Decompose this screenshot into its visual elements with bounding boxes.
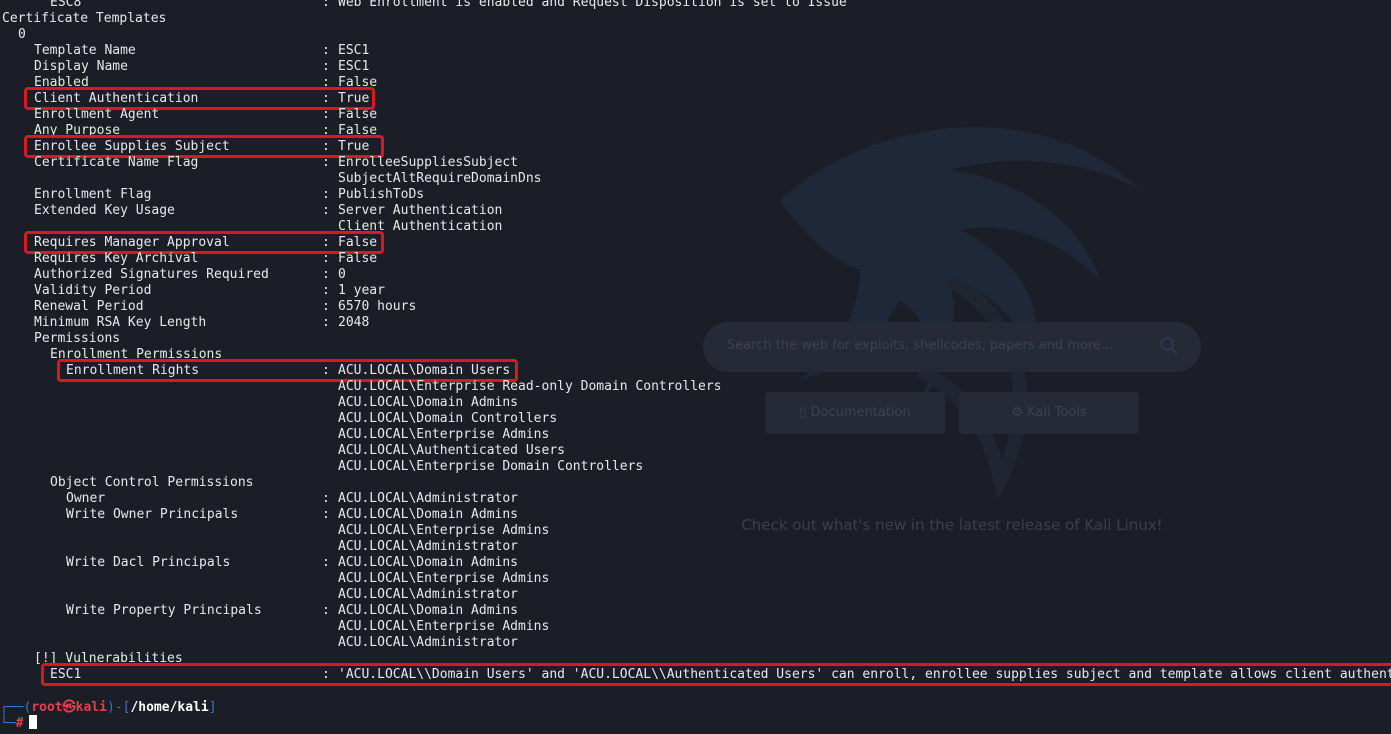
prompt-symbol: ㉿ xyxy=(62,700,76,715)
field-value: ACU.LOCAL\Administrator xyxy=(338,491,519,506)
field-value: False xyxy=(338,251,378,266)
text-cursor xyxy=(29,715,38,729)
field-key: Owner xyxy=(66,491,106,506)
field-key: Certificate Name Flag xyxy=(34,155,199,170)
field-key: Enrollment Flag xyxy=(34,187,152,202)
field-value: 6570 hours xyxy=(338,299,417,314)
separator: : xyxy=(322,491,330,506)
field-key: Permissions xyxy=(34,331,121,346)
separator: : xyxy=(322,187,330,202)
field-value: 2048 xyxy=(338,315,370,330)
field-value: ACU.LOCAL\Enterprise Read-only Domain Co… xyxy=(338,379,722,394)
prompt-path: /home/kali xyxy=(130,700,209,715)
field-value: ACU.LOCAL\Domain Admins xyxy=(338,395,519,410)
field-value: PublishToDs xyxy=(338,187,425,202)
separator: : xyxy=(322,283,330,298)
separator: : xyxy=(322,251,330,266)
field-value: SubjectAltRequireDomainDns xyxy=(338,171,542,186)
field-key: Minimum RSA Key Length xyxy=(34,315,207,330)
separator: : xyxy=(322,43,330,58)
field-key: Requires Key Archival xyxy=(34,251,199,266)
separator: : xyxy=(322,555,330,570)
field-value: ACU.LOCAL\Enterprise Admins xyxy=(338,523,550,538)
separator: : xyxy=(322,299,330,314)
separator: : xyxy=(322,315,330,330)
prompt-user: root xyxy=(31,700,63,715)
field-key: Template Name xyxy=(34,43,136,58)
field-key: Write Dacl Principals xyxy=(66,555,231,570)
separator: : xyxy=(322,0,330,10)
field-value: ACU.LOCAL\Enterprise Admins xyxy=(338,571,550,586)
field-value: ACU.LOCAL\Domain Admins xyxy=(338,507,519,522)
field-key: Renewal Period xyxy=(34,299,144,314)
prompt-host: kali xyxy=(75,700,107,715)
field-key: Write Owner Principals xyxy=(66,507,239,522)
field-key: Enrollment Agent xyxy=(34,107,160,122)
separator: : xyxy=(322,267,330,282)
field-value: 0 xyxy=(338,267,346,282)
field-value: ACU.LOCAL\Domain Admins xyxy=(338,603,519,618)
separator: : xyxy=(322,155,330,170)
field-value: ACU.LOCAL\Authenticated Users xyxy=(338,443,565,458)
field-key: Certificate Templates xyxy=(2,11,167,26)
field-value: False xyxy=(338,107,378,122)
field-value: 1 year xyxy=(338,283,385,298)
field-value: ACU.LOCAL\Domain Controllers xyxy=(338,411,558,426)
field-value: Server Authentication xyxy=(338,203,503,218)
highlight-box xyxy=(41,663,1391,686)
field-value: ACU.LOCAL\Administrator xyxy=(338,635,519,650)
separator: : xyxy=(322,507,330,522)
field-value: ACU.LOCAL\Enterprise Admins xyxy=(338,427,550,442)
field-key: Validity Period xyxy=(34,283,152,298)
separator: : xyxy=(322,603,330,618)
separator: : xyxy=(322,107,330,122)
field-key: Authorized Signatures Required xyxy=(34,267,269,282)
prompt-hash: # xyxy=(15,716,24,731)
field-value: EnrolleeSuppliesSubject xyxy=(338,155,519,170)
field-value: ACU.LOCAL\Administrator xyxy=(338,539,519,554)
field-key: Object Control Permissions xyxy=(50,475,254,490)
field-key: Extended Key Usage xyxy=(34,203,175,218)
separator: : xyxy=(322,59,330,74)
field-value: ACU.LOCAL\Domain Admins xyxy=(338,555,519,570)
field-value: ACU.LOCAL\Enterprise Domain Controllers xyxy=(338,459,644,474)
prompt-input-line[interactable]: └─# xyxy=(0,715,38,733)
field-key: Write Property Principals xyxy=(66,603,262,618)
field-value: ACU.LOCAL\Enterprise Admins xyxy=(338,619,550,634)
field-key: ESC8 xyxy=(50,0,82,10)
terminal-output[interactable]: ESC8: Web Enrollment is enabled and Reque… xyxy=(0,0,1391,734)
field-value: ACU.LOCAL\Administrator xyxy=(338,587,519,602)
field-value: Web Enrollment is enabled and Request Di… xyxy=(338,0,847,10)
field-value: ESC1 xyxy=(338,59,370,74)
field-value: ESC1 xyxy=(338,43,370,58)
field-key: 0 xyxy=(18,27,26,42)
field-key: Display Name xyxy=(34,59,128,74)
separator: : xyxy=(322,203,330,218)
